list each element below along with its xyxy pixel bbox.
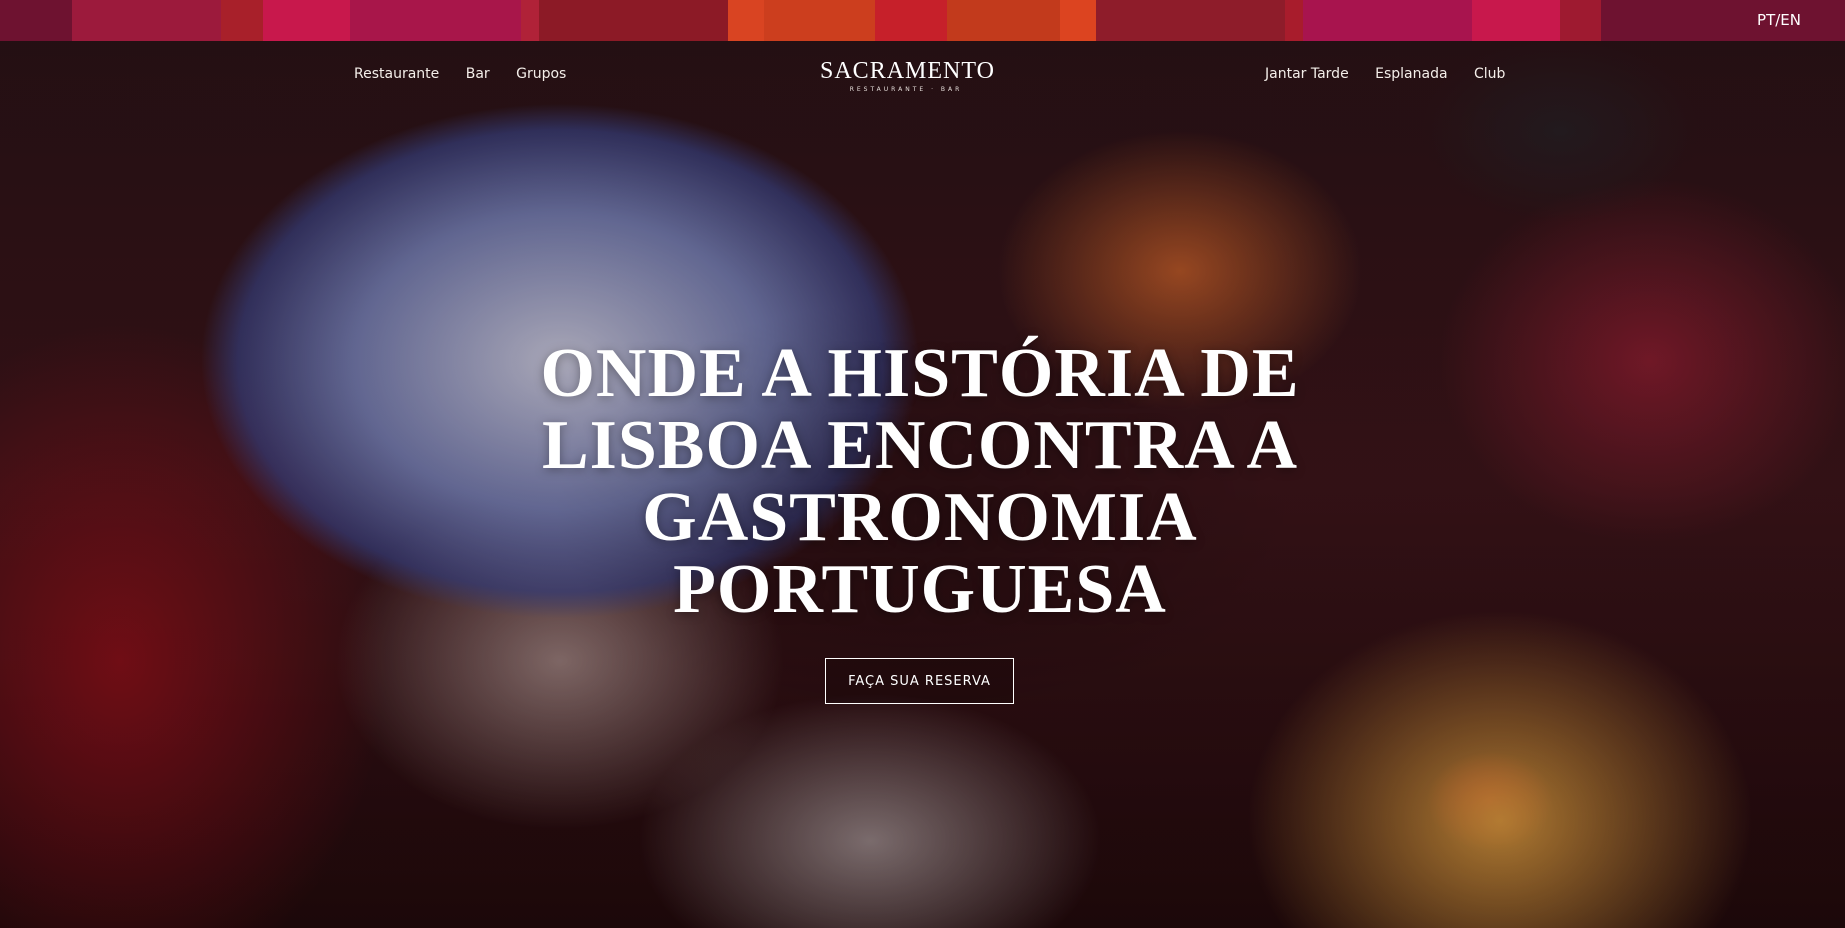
color-band-segment <box>946 0 1061 41</box>
color-band-segment <box>539 0 729 41</box>
nav-item-grupos[interactable]: Grupos <box>516 66 566 82</box>
nav-item-esplanada[interactable]: Esplanada <box>1375 66 1447 82</box>
main-nav-right: Jantar Tarde Esplanada Club <box>1265 66 1505 82</box>
language-switch[interactable]: PT/EN <box>1757 11 1801 29</box>
color-band-segment <box>1601 0 1845 41</box>
color-band-segment <box>220 0 263 41</box>
top-color-band <box>0 0 1845 41</box>
reservation-button[interactable]: FAÇA SUA RESERVA <box>825 658 1014 704</box>
color-band-segment <box>350 0 522 41</box>
nav-item-jantar-tarde[interactable]: Jantar Tarde <box>1265 66 1349 82</box>
logo-wordmark: SACRAMENTO <box>820 58 995 84</box>
color-band-segment <box>763 0 876 41</box>
color-band-segment <box>1302 0 1473 41</box>
logo-tagline: RESTAURANTE · BAR <box>849 86 963 93</box>
main-nav-left: Restaurante Bar Grupos <box>354 66 566 82</box>
nav-item-restaurante[interactable]: Restaurante <box>354 66 439 82</box>
color-band-segment <box>71 0 221 41</box>
color-band-segment <box>0 0 72 41</box>
color-band-segment <box>1472 0 1560 41</box>
color-band-segment <box>875 0 947 41</box>
hero-headline: ONDE A HISTÓRIA DE LISBOA ENCONTRA A GAS… <box>540 335 1300 628</box>
color-band-segment <box>1285 0 1303 41</box>
site-logo[interactable]: SACRAMENTO RESTAURANTE · BAR <box>820 58 995 93</box>
color-band-segment <box>1559 0 1602 41</box>
nav-item-bar[interactable]: Bar <box>466 66 490 82</box>
nav-item-club[interactable]: Club <box>1474 66 1505 82</box>
color-band-segment <box>1096 0 1286 41</box>
color-band-segment <box>728 0 764 41</box>
color-band-segment <box>521 0 540 41</box>
color-band-segment <box>1060 0 1097 41</box>
color-band-segment <box>262 0 351 41</box>
